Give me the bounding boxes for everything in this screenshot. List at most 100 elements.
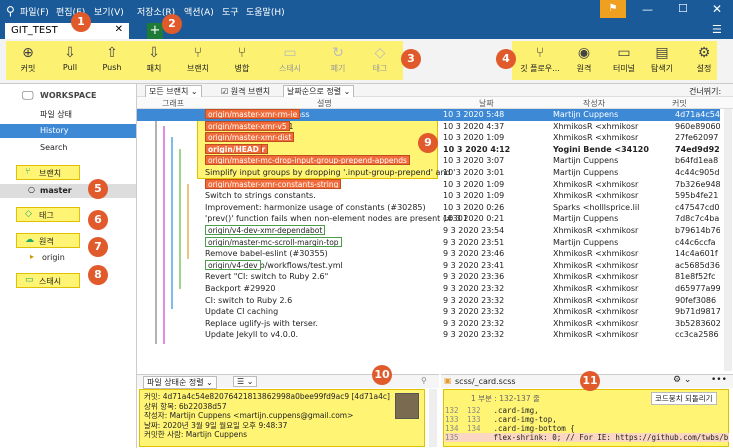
branch-ref[interactable]: origin/master-xmr-dist [205,132,295,143]
search-icon[interactable]: ⚲ [421,376,427,385]
commit-author: Martijn Cuppens [553,168,619,177]
commit-date: 9 3 2020 23:32 [443,295,505,305]
col-author[interactable]: 작성자 [583,98,605,109]
commit-row[interactable]: Switch to strings constants. 10 3 2020 1:… [137,190,720,202]
col-graph[interactable]: 그래프 [162,98,184,109]
commit-row[interactable]: origin/master-xmr-constants-stringTighte… [137,178,720,191]
branch-ref[interactable]: origin/v4-dev [205,259,261,270]
commit-row[interactable]: origin/master-mc-scroll-margin-topMerge … [137,236,720,249]
hamburger-icon[interactable]: ☰ [712,23,722,36]
callout-badge: 3 [401,49,421,69]
commit-row[interactable]: origin/v4-dev-xmr-dependabotMerge branch… [137,225,720,237]
commit-message: Update CI caching [205,307,279,317]
menu-item[interactable]: 보기(V) [94,5,124,18]
toolbar-button[interactable]: ⊕ 커밋 [8,41,48,81]
commit-date: 9 3 2020 23:32 [443,307,505,317]
commit-description: Switch to strings constants. [205,190,471,202]
menu-item[interactable]: 도움말(H) [246,5,285,18]
commit-row[interactable]: Revert "CI: switch to Ruby 2.6" 9 3 2020 … [137,271,720,283]
commit-description: origin/master-xmr-rm-ieDrop IE support f… [205,109,471,121]
commit-author: XhmikosR <xhmikosr [553,307,639,317]
close-button[interactable]: ✕ [712,2,722,16]
commit-row[interactable]: origin/master-mc-drop-input-group-prepen… [137,155,720,167]
toolbar-button[interactable]: ⑂ 브랜치 [178,41,218,81]
history-scrollbar[interactable] [724,109,732,371]
more-icon[interactable]: ••• [711,375,727,385]
commit-row[interactable]: Improvement: harmonize usage of constant… [137,202,720,214]
revert-hunk-button[interactable]: 코드뭉치 되돌리기 [651,392,717,405]
toolbar-label: 패치 [146,64,162,73]
commit-date: 9 3 2020 23:32 [443,318,505,328]
toolbar-button[interactable]: ⇩ 패치 [134,41,174,81]
branch-ref[interactable]: origin/master-xmr-constants-string [205,178,342,189]
commit-row[interactable]: origin/v4-dev Update .github/workflows/te… [137,259,720,272]
old-line-number: 133 [445,415,459,424]
commit-date: 10 3 2020 1:09 [443,133,505,143]
commit-message: Improvement: harmonize usage of constant… [205,202,426,212]
commit-hash: 4d71a4c54 [675,110,720,119]
commit-hash: 74ed9d92e [675,144,720,154]
notification-flag-icon[interactable]: ⚑ [600,0,626,18]
commit-hash: 9b71d9817 [675,307,720,317]
col-commit[interactable]: 커밋 [672,98,687,109]
commit-row[interactable]: Backport #29920 9 3 2020 23:32 XhmikosR <x… [137,283,720,295]
toolbar-button[interactable]: ◇ 태그 [360,41,400,81]
sidebar-item-search[interactable]: Search [0,141,136,155]
new-tab-button[interactable]: + [147,23,163,39]
branch-ref[interactable]: origin/v4-dev-xmr-dependabot [205,225,326,235]
details-scrollbar[interactable] [429,389,437,447]
toolbar-button[interactable]: ⚙ 설정 [682,41,726,81]
col-description[interactable]: 설명 [317,98,332,109]
commit-row[interactable]: Replace uglify-js with terser. 9 3 2020 2… [137,318,720,330]
commit-message: Backport #29920 [205,284,276,293]
toolbar-button[interactable]: ◉ 원격 [562,41,606,81]
menu-item[interactable]: 도구 [222,5,239,18]
old-line-number: 132 [445,406,459,415]
menu-item[interactable]: 파일(F) [20,5,49,18]
tab-close-icon[interactable]: ✕ [115,24,123,35]
branch-ref[interactable]: origin/master-xmr-v5 [205,120,290,131]
branch-ref[interactable]: origin/master-mc-scroll-margin-top [205,236,342,247]
repo-tab[interactable]: GIT_TEST ✕ [5,23,129,39]
branch-ref[interactable]: origin/HEAD [205,143,262,154]
toolbar-icon: ⑂ [193,45,203,61]
commit-row[interactable]: Update CI caching 9 3 2020 23:32 XhmikosR … [137,306,720,318]
commit-description: 'prev()' function fails when non-element… [205,213,471,225]
toolbar-label: 설정 [696,64,712,73]
remote-branch-checkbox[interactable]: ☑ 원격 브랜치 [221,86,270,97]
minimize-button[interactable]: — [642,3,653,16]
commit-row[interactable]: 'prev()' function fails when non-element… [137,213,720,225]
toolbar-icon: ▤ [655,45,669,61]
toolbar-button[interactable]: ⑂ 깃 플로우... [518,41,562,81]
sidebar-item-file-status[interactable]: 파일 상태 [0,108,136,122]
diff-settings-icon[interactable]: ⚙ ⌄ [673,375,691,385]
diff-line: 135 flex-shrink: 0; // For IE: https://g… [445,433,729,442]
view-mode-dropdown[interactable]: ☰ ⌄ [233,376,258,387]
toolbar-label: 폐기 [330,64,346,73]
toolbar-button[interactable]: ⑂ 병합 [222,41,262,81]
commit-row[interactable]: origin/master-xmr-v5Prepare v5.0.0-alpha… [137,120,720,133]
toolbar-button[interactable]: ⇧ Push [92,41,132,81]
toolbar-button[interactable]: ⇩ Pull [50,41,90,81]
commit-row[interactable]: origin/master-xmr-rm-ieDrop IE support f… [137,109,720,121]
diff-code: .card-img-bottom { [489,424,575,433]
branch-ref[interactable]: origin/master-xmr-rm-ie [205,109,301,119]
file-sort-dropdown[interactable]: 파일 상태순 정렬 ⌄ [143,376,217,389]
stash-icon: ▭ [25,275,34,285]
commit-row[interactable]: Simplify input groups by dropping '.inpu… [137,167,720,179]
sidebar-item-history[interactable]: History [0,124,136,138]
commit-row[interactable]: CI: switch to Ruby 2.6 9 3 2020 23:32 Xhmi… [137,295,720,307]
menu-item[interactable]: 액션(A) [184,5,214,18]
toolbar-button[interactable]: ▭ 스태시 [270,41,310,81]
toolbar-icon: ⚙ [697,45,711,61]
commit-row[interactable]: Update Jekyll to v4.0.0. 9 3 2020 23:32 Xh… [137,329,720,341]
commit-author: Martijn Cuppens [553,214,619,224]
committer-line: 커밋한 사람: Martijn Cuppens [144,430,247,439]
commit-row[interactable]: Remove babel-eslint (#30355) 9 3 2020 23:… [137,248,720,260]
sidebar-remote-origin[interactable]: origin [42,253,65,262]
branch-ref[interactable]: origin/master-mc-drop-input-group-prepen… [205,155,410,166]
maximize-button[interactable]: ☐ [678,2,688,15]
toolbar-button[interactable]: ▤ 탐색기 [640,41,684,81]
toolbar-button[interactable]: ↻ 폐기 [318,41,358,81]
col-date[interactable]: 날짜 [479,98,494,109]
